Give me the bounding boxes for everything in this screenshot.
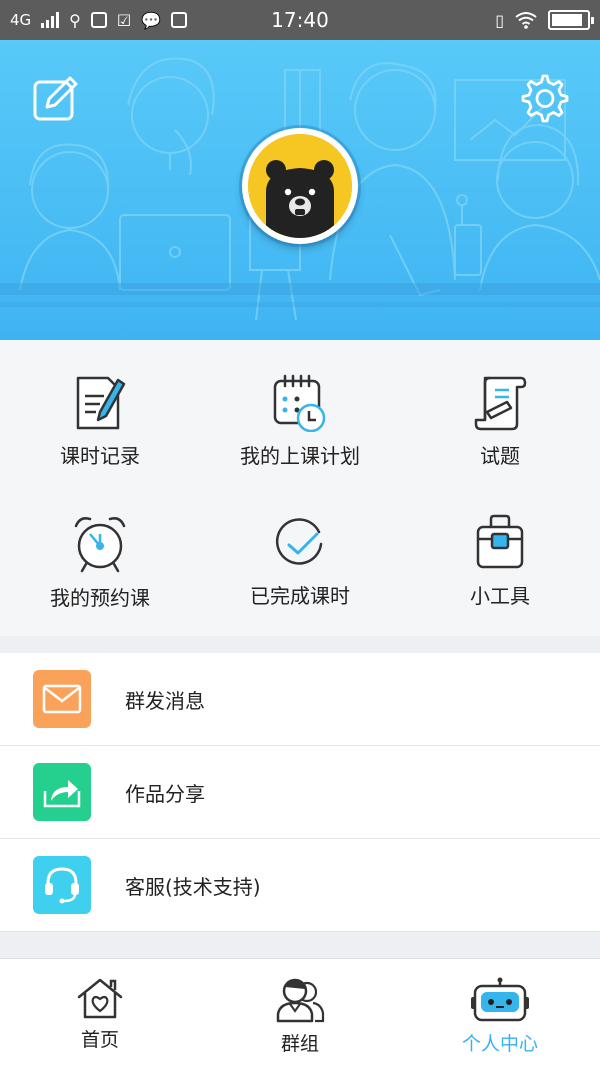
signal-icon xyxy=(41,12,60,28)
calendar-plan-icon xyxy=(273,374,326,432)
menu-item-share-works[interactable]: 作品分享 xyxy=(0,746,600,839)
settings-button[interactable] xyxy=(520,74,570,124)
bottom-nav: 首页 群组 个人中心 xyxy=(0,958,600,1067)
lesson-record-icon xyxy=(76,376,126,430)
quick-class-plan[interactable]: 我的上课计划 xyxy=(200,340,400,480)
quick-label: 小工具 xyxy=(470,584,530,608)
tab-home[interactable]: 首页 xyxy=(0,959,200,1067)
menu-label: 客服(技术支持) xyxy=(125,874,261,899)
status-bar: 4G ⚲ ☑ 💬 17:40 ▯ xyxy=(0,0,600,40)
edit-profile-button[interactable] xyxy=(33,75,79,121)
quick-exam[interactable]: 试题 xyxy=(400,340,600,480)
tab-label: 群组 xyxy=(280,1033,319,1055)
task-icon: ☑ xyxy=(116,10,132,30)
quick-tools[interactable]: 小工具 xyxy=(400,480,600,620)
menu-label: 作品分享 xyxy=(125,781,205,806)
vibrate-icon: ▯ xyxy=(495,10,504,30)
quick-my-bookings[interactable]: 我的预约课 xyxy=(0,480,200,620)
toolbox-icon xyxy=(476,514,524,569)
mail-icon xyxy=(33,670,91,728)
notification-icon xyxy=(90,12,107,28)
tab-profile[interactable]: 个人中心 xyxy=(400,959,600,1067)
edit-icon xyxy=(33,76,78,121)
bear-avatar-icon xyxy=(248,134,352,238)
quick-label: 已完成课时 xyxy=(250,584,350,608)
quick-label: 试题 xyxy=(480,444,520,468)
chat-icon: 💬 xyxy=(141,10,162,30)
home-icon xyxy=(77,978,123,1019)
alarm-clock-icon xyxy=(74,517,126,573)
quick-actions-grid: 课时记录 我的上课计划 试题 我的预约课 已完成课时 小工具 xyxy=(0,340,600,636)
gear-icon xyxy=(521,74,569,123)
quick-lesson-record[interactable]: 课时记录 xyxy=(0,340,200,480)
tab-group[interactable]: 群组 xyxy=(200,959,400,1067)
menu-label: 群发消息 xyxy=(125,688,205,713)
network-type: 4G xyxy=(10,11,32,29)
share-icon xyxy=(33,763,91,821)
scroll-exam-icon xyxy=(474,376,527,431)
usb-icon: ⚲ xyxy=(69,10,81,30)
menu-item-support[interactable]: 客服(技术支持) xyxy=(0,839,600,932)
group-icon xyxy=(276,978,325,1023)
tab-label: 个人中心 xyxy=(461,1033,538,1055)
profile-header xyxy=(0,40,600,340)
headset-icon xyxy=(33,856,91,914)
robot-icon xyxy=(471,977,529,1022)
menu-list: 群发消息 作品分享 客服(技术支持) xyxy=(0,653,600,932)
quick-label: 我的预约课 xyxy=(50,586,150,610)
battery-icon xyxy=(548,10,594,30)
menu-item-broadcast[interactable]: 群发消息 xyxy=(0,653,600,746)
avatar[interactable] xyxy=(242,128,358,244)
check-circle-icon xyxy=(275,518,323,565)
wifi-icon xyxy=(515,12,537,29)
gallery-icon xyxy=(171,12,188,28)
tab-label: 首页 xyxy=(80,1029,119,1051)
quick-completed-lessons[interactable]: 已完成课时 xyxy=(200,480,400,620)
quick-label: 我的上课计划 xyxy=(240,444,360,468)
quick-label: 课时记录 xyxy=(60,444,140,468)
